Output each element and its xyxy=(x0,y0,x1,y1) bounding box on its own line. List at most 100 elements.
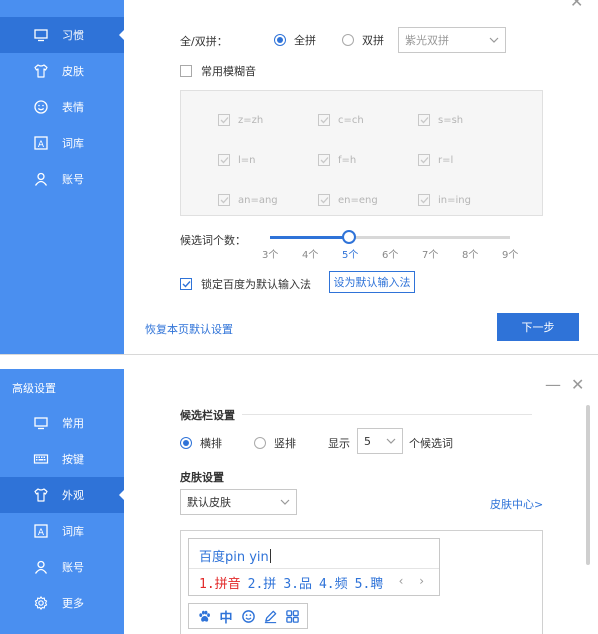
sidebar-item-emoji[interactable]: 表情 xyxy=(0,89,124,125)
slider-tick[interactable]: 8个 xyxy=(462,246,478,261)
fuzzy-option-label: c=ch xyxy=(338,114,364,126)
sidebar-item-skin[interactable]: 皮肤 xyxy=(0,53,124,89)
sidebar-item-habit[interactable]: 习惯 xyxy=(0,17,125,53)
fuzzy-checkbox[interactable] xyxy=(180,65,192,77)
radio-label: 全拼 xyxy=(294,34,316,47)
radio-label: 双拼 xyxy=(362,34,384,47)
smiley-icon xyxy=(33,99,49,115)
radio-full-pinyin[interactable]: 全拼 xyxy=(274,32,316,48)
chevron-down-icon xyxy=(386,438,396,444)
candidate-count-slider-fill xyxy=(270,236,350,239)
sidebar-item-label: 皮肤 xyxy=(62,65,84,78)
sidebar-item-keys[interactable]: 按键 xyxy=(0,441,124,477)
lock-default-ime-toggle[interactable]: 锁定百度为默认输入法 xyxy=(180,276,311,292)
fuzzy-option: z=zh xyxy=(218,114,263,126)
candidate: 2.拼 xyxy=(247,577,277,592)
chinese-mode-icon: 中 xyxy=(219,610,233,626)
fuzzy-option-label: f=h xyxy=(338,154,357,166)
sidebar-item-common[interactable]: 常用 xyxy=(0,405,124,441)
radio-horizontal[interactable]: 横排 xyxy=(180,435,222,451)
fuzzy-option: r=l xyxy=(418,154,453,166)
grid-icon xyxy=(284,608,300,624)
fuzzy-option-checkbox xyxy=(218,154,230,166)
sidebar-item-label: 账号 xyxy=(62,561,84,574)
slider-tick[interactable]: 9个 xyxy=(502,246,518,261)
smiley-icon xyxy=(240,608,256,624)
candidate: 5.聘 xyxy=(354,577,384,592)
ime-candidate-window: 百度pin yin 1.拼音 2.拼 3.品 4.频 5.聘 ‹ › xyxy=(188,538,440,596)
sidebar-item-appearance[interactable]: 外观 xyxy=(0,477,125,513)
slider-tick[interactable]: 6个 xyxy=(382,246,398,261)
sidebar-item-dictionary[interactable]: A 词库 xyxy=(0,513,124,549)
fuzzy-label: 常用模糊音 xyxy=(201,65,256,78)
fuzzy-toggle[interactable]: 常用模糊音 xyxy=(180,63,256,79)
radio-vertical[interactable]: 竖排 xyxy=(254,435,296,451)
sidebar-item-label: 账号 xyxy=(62,173,84,186)
select-value: 5 xyxy=(364,434,371,448)
sidebar-item-account[interactable]: 账号 xyxy=(0,161,124,197)
skin-select[interactable]: 默认皮肤 xyxy=(180,489,297,515)
fuzzy-option-checkbox xyxy=(418,114,430,126)
vertical-scrollbar[interactable] xyxy=(586,405,590,565)
skin-section-title: 皮肤设置 xyxy=(180,471,224,484)
sidebar-item-more[interactable]: 更多 xyxy=(0,585,124,621)
person-icon xyxy=(33,171,49,187)
fuzzy-option-checkbox xyxy=(318,114,330,126)
candidate-count-label: 候选词个数： xyxy=(180,234,246,247)
ime-status-toolbar: 中 xyxy=(188,603,308,629)
sidebar-item-label: 习惯 xyxy=(62,29,84,42)
radio-dot xyxy=(254,437,266,449)
sidebar-item-label: 词库 xyxy=(62,525,84,538)
fuzzy-option: an=ang xyxy=(218,194,278,206)
fuzzy-option-checkbox xyxy=(318,154,330,166)
svg-text:A: A xyxy=(38,528,45,538)
candidate-count-select[interactable]: 5 xyxy=(357,428,403,454)
radio-dot xyxy=(342,34,354,46)
paw-icon xyxy=(196,608,212,624)
chevron-down-icon xyxy=(489,37,499,43)
pinyin-mode-label: 全/双拼： xyxy=(180,35,228,48)
restore-defaults-link[interactable]: 恢复本页默认设置 xyxy=(145,321,233,337)
advanced-settings-window: 高级设置 常用 按键 外观 A 词库 账号 更多 — ✕ 候选栏设置 横排 竖排… xyxy=(0,369,598,634)
show-count-label: 显示 xyxy=(328,437,350,450)
fuzzy-option-checkbox xyxy=(218,194,230,206)
tshirt-icon xyxy=(33,487,49,503)
section-divider xyxy=(242,414,532,415)
fuzzy-option: en=eng xyxy=(318,194,378,206)
fuzzy-option-checkbox xyxy=(318,194,330,206)
fuzzy-option: s=sh xyxy=(418,114,463,126)
candidate: 1.拼音 xyxy=(199,577,241,592)
sidebar-item-label: 更多 xyxy=(62,597,84,610)
double-pinyin-scheme-select[interactable]: 紫光双拼 xyxy=(398,27,506,53)
ime-composition: 百度pin yin xyxy=(199,546,271,565)
lock-default-checkbox[interactable] xyxy=(180,278,192,290)
sidebar-item-label: 词库 xyxy=(62,137,84,150)
slider-tick[interactable]: 7个 xyxy=(422,246,438,261)
gear-icon xyxy=(33,595,49,611)
fuzzy-option-label: l=n xyxy=(238,154,256,166)
skin-center-link[interactable]: 皮肤中心> xyxy=(490,496,543,512)
radio-double-pinyin[interactable]: 双拼 xyxy=(342,32,384,48)
sidebar-item-label: 常用 xyxy=(62,417,84,430)
slider-tick[interactable]: 3个 xyxy=(262,246,278,261)
fuzzy-option-label: an=ang xyxy=(238,194,278,206)
sidebar-item-dictionary[interactable]: A 词库 xyxy=(0,125,124,161)
fuzzy-option-label: en=eng xyxy=(338,194,378,206)
next-step-button[interactable]: 下一步 xyxy=(497,313,579,341)
appearance-settings-content: 候选栏设置 横排 竖排 显示 5 个候选词 皮肤设置 默认皮肤 皮肤中心> 百度… xyxy=(124,369,598,634)
slider-tick-selected[interactable]: 5个 xyxy=(342,246,358,261)
set-default-ime-button[interactable]: 设为默认输入法 xyxy=(329,271,415,293)
fuzzy-option-checkbox xyxy=(418,154,430,166)
text-caret xyxy=(269,549,271,563)
sidebar-item-label: 按键 xyxy=(62,453,84,466)
person-icon xyxy=(33,559,49,575)
slider-tick[interactable]: 4个 xyxy=(302,246,318,261)
fuzzy-option-checkbox xyxy=(218,114,230,126)
sidebar-item-account[interactable]: 账号 xyxy=(0,549,124,585)
fuzzy-option: in=ing xyxy=(418,194,471,206)
candidate-count-slider-thumb[interactable] xyxy=(342,230,356,244)
radio-label: 横排 xyxy=(200,437,222,450)
dictionary-icon: A xyxy=(33,135,49,151)
sidebar-item-label: 表情 xyxy=(62,101,84,114)
dictionary-icon: A xyxy=(33,523,49,539)
